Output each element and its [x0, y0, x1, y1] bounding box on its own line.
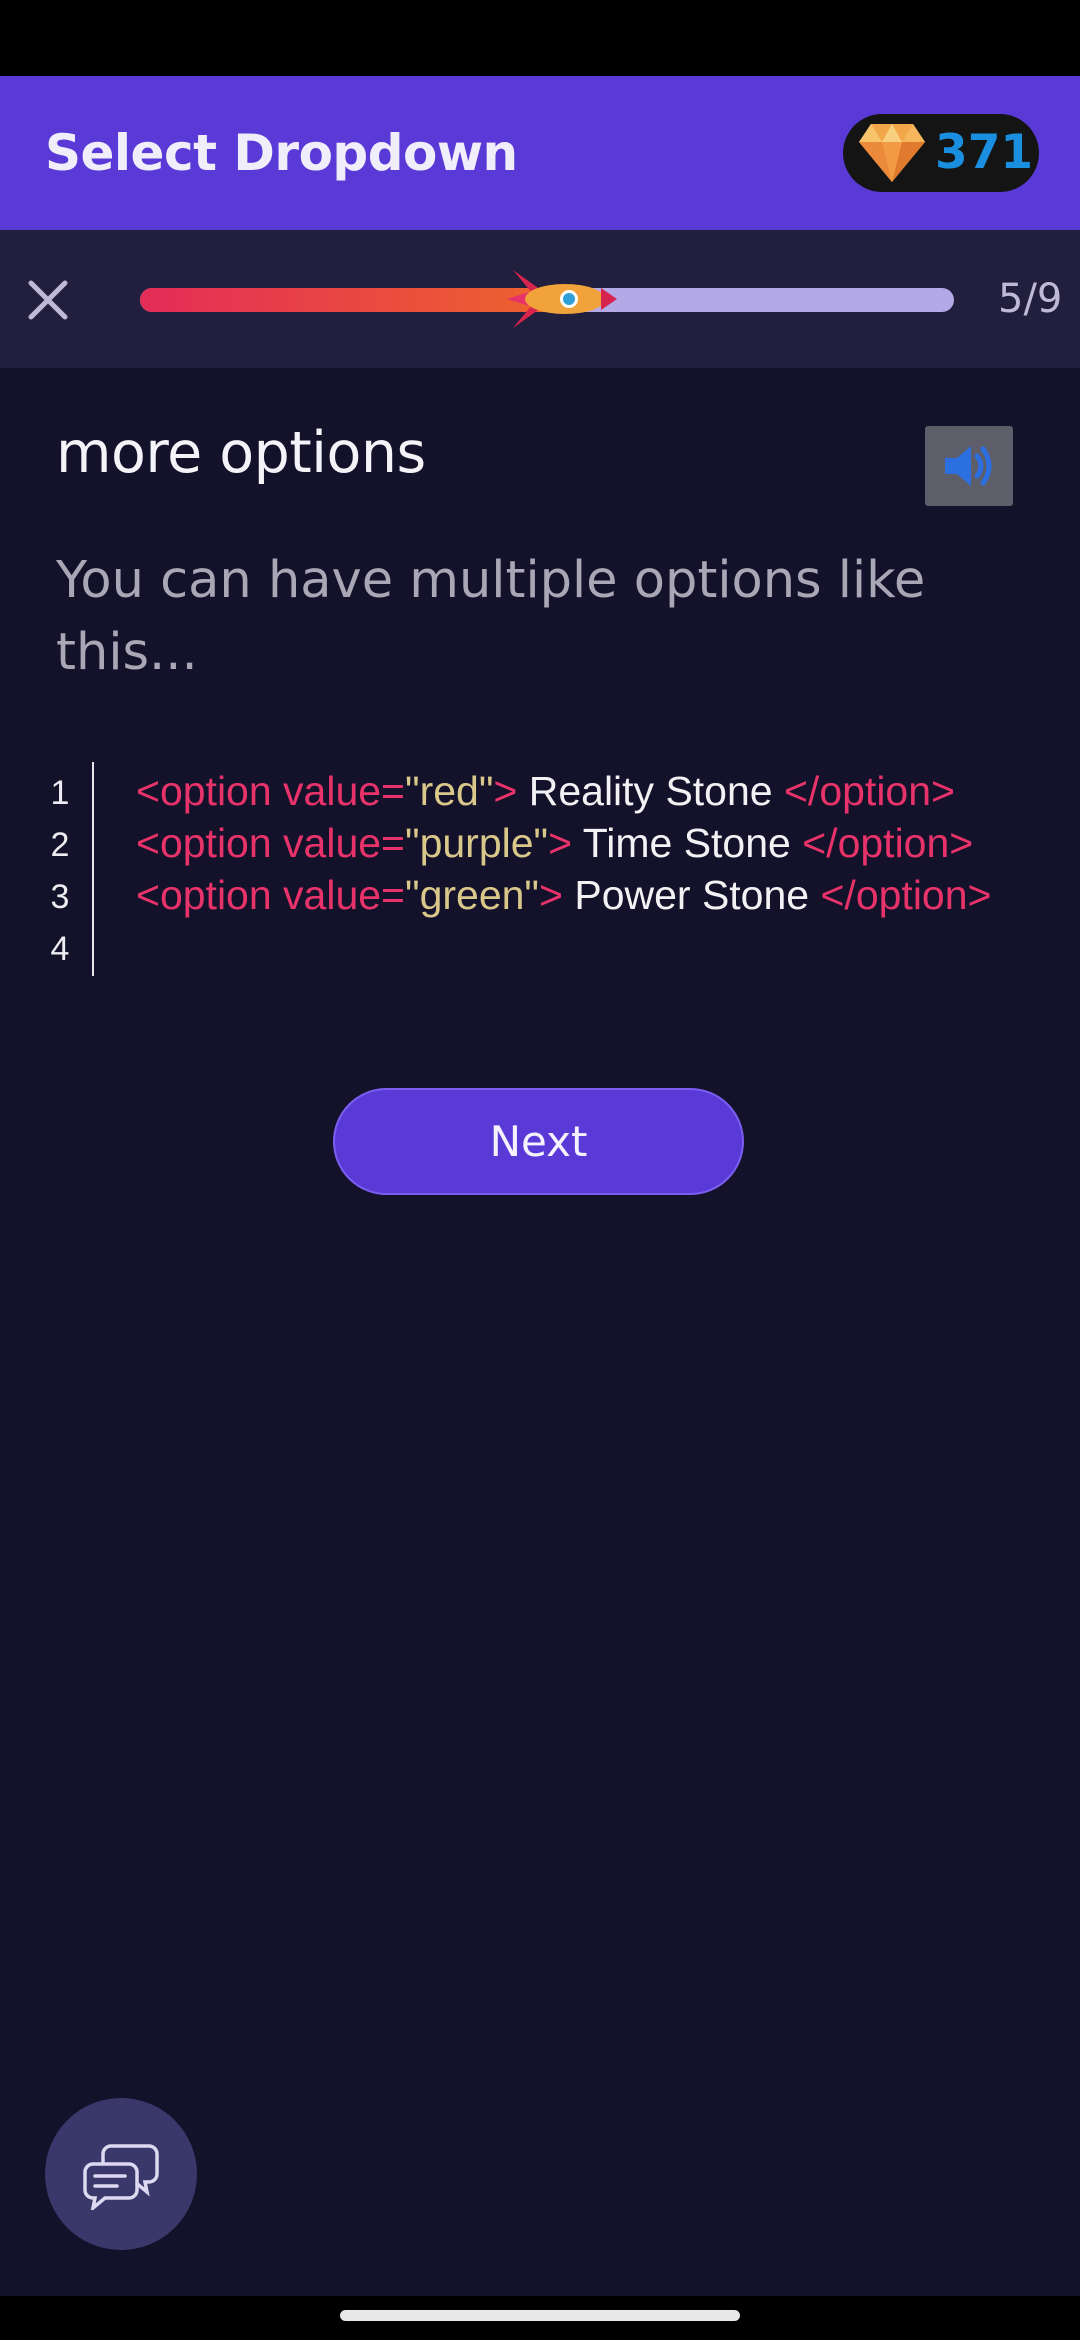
code-tag-open: <option value=	[136, 872, 406, 918]
app-bar: Select Dropdown 371	[0, 76, 1080, 230]
code-tag-close: </option>	[802, 820, 974, 866]
code-line: <option value="purple"> Time Stone </opt…	[136, 820, 1040, 867]
code-attr-value: "purple"	[405, 820, 549, 866]
progress-row: 5/9	[0, 230, 1080, 368]
lesson-text: You can have multiple options like this.…	[56, 551, 926, 682]
close-icon[interactable]	[14, 266, 82, 334]
code-attr-value: "green"	[405, 872, 539, 918]
next-button[interactable]: Next	[333, 1088, 744, 1195]
line-number: 3	[50, 878, 70, 916]
step-counter: 5/9	[998, 276, 1063, 322]
code-tag-open: <option value=	[136, 768, 406, 814]
rocket-icon	[507, 270, 617, 328]
lesson-title: more options	[56, 420, 426, 486]
code-text: Reality Stone	[517, 768, 784, 814]
code-tag-bracket: >	[539, 872, 563, 918]
code-tag-open: <option value=	[136, 820, 406, 866]
code-text: Time Stone	[572, 820, 803, 866]
line-number: 2	[50, 826, 70, 864]
page-title: Select Dropdown	[45, 124, 518, 182]
diamond-icon	[859, 124, 925, 182]
code-tag-bracket: >	[493, 768, 518, 814]
line-number: 1	[50, 774, 70, 812]
line-number: 4	[50, 930, 70, 968]
chat-button[interactable]	[45, 2098, 197, 2250]
status-bar	[0, 0, 1080, 76]
gutter-divider	[92, 762, 94, 976]
chat-bubbles-icon	[83, 2144, 159, 2210]
code-line: <option value="red"> Reality Stone </opt…	[136, 768, 1040, 815]
gem-counter[interactable]: 371	[843, 114, 1039, 192]
code-line: <option value="green"> Power Stone </opt…	[136, 872, 1040, 919]
code-text: Power Stone	[562, 872, 821, 918]
code-tag-close: </option>	[820, 872, 992, 918]
code-attr-value: "red"	[405, 768, 494, 814]
code-block: 1 2 3 4 <option value="red"> Reality Sto…	[40, 760, 1040, 976]
navigation-bar	[0, 2296, 1080, 2340]
code-tag-bracket: >	[548, 820, 573, 866]
speaker-icon	[945, 446, 992, 486]
gem-count: 371	[935, 125, 1034, 180]
sound-button[interactable]	[925, 426, 1013, 506]
code-tag-close: </option>	[783, 768, 955, 814]
home-indicator[interactable]	[340, 2310, 740, 2321]
